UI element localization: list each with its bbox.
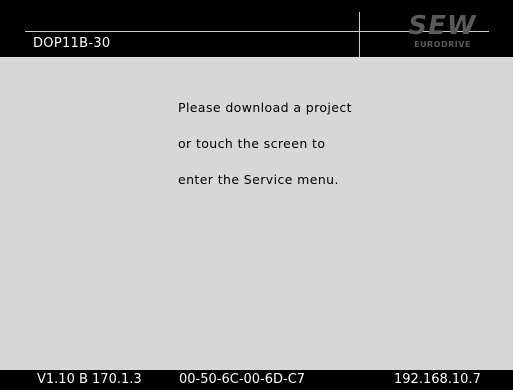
header-divider-vertical — [359, 12, 360, 57]
logo-text: SEW — [408, 11, 477, 41]
status-bar: V1.10 B 170.1.3 00-50-6C-00-6D-C7 192.16… — [0, 370, 513, 390]
device-name: DOP11B-30 — [33, 36, 111, 51]
hmi-screen[interactable]: DOP11B-30 SEW EURODRIVE Please download … — [0, 0, 513, 390]
message-line: or touch the screen to — [178, 136, 326, 151]
message-line: Please download a project — [178, 100, 352, 115]
sew-eurodrive-logo: SEW EURODRIVE — [405, 12, 480, 54]
firmware-version: V1.10 B 170.1.3 — [37, 372, 142, 387]
header-bar: DOP11B-30 SEW EURODRIVE — [0, 0, 513, 57]
mac-address: 00-50-6C-00-6D-C7 — [179, 372, 306, 387]
download-message: Please download a project or touch the s… — [178, 100, 478, 208]
logo-subtext: EURODRIVE — [414, 40, 471, 49]
ip-address: 192.168.10.7 — [394, 372, 481, 387]
message-line: enter the Service menu. — [178, 172, 339, 187]
